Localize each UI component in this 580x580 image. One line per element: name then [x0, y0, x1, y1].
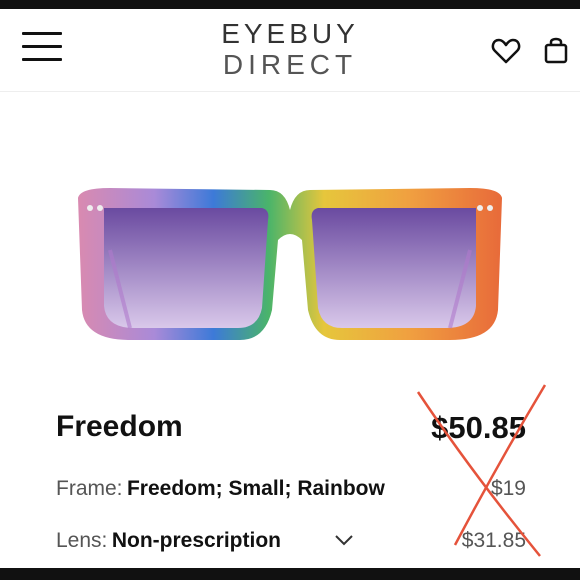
frame-row: Frame: Freedom; Small; Rainbow [56, 477, 385, 501]
lens-label: Lens: [56, 529, 108, 552]
bottom-border [0, 568, 580, 580]
frame-value: Freedom; Small; Rainbow [126, 477, 385, 500]
heart-icon[interactable] [490, 35, 522, 67]
lens-row[interactable]: Lens: Non-prescription [56, 529, 281, 553]
product-total-price: $50.85 [431, 410, 526, 445]
lens-value: Non-prescription [111, 529, 281, 552]
frame-label: Frame: [56, 477, 123, 500]
product-image-sunglasses [78, 188, 502, 340]
chevron-down-icon[interactable] [333, 530, 355, 550]
shopping-bag-icon[interactable] [541, 34, 571, 66]
site-header: EYEBUY DIRECT [0, 9, 580, 92]
frame-price: $19 [490, 477, 526, 500]
top-border [0, 0, 580, 9]
lens-price: $31.85 [461, 529, 526, 552]
product-name: Freedom [56, 410, 183, 443]
